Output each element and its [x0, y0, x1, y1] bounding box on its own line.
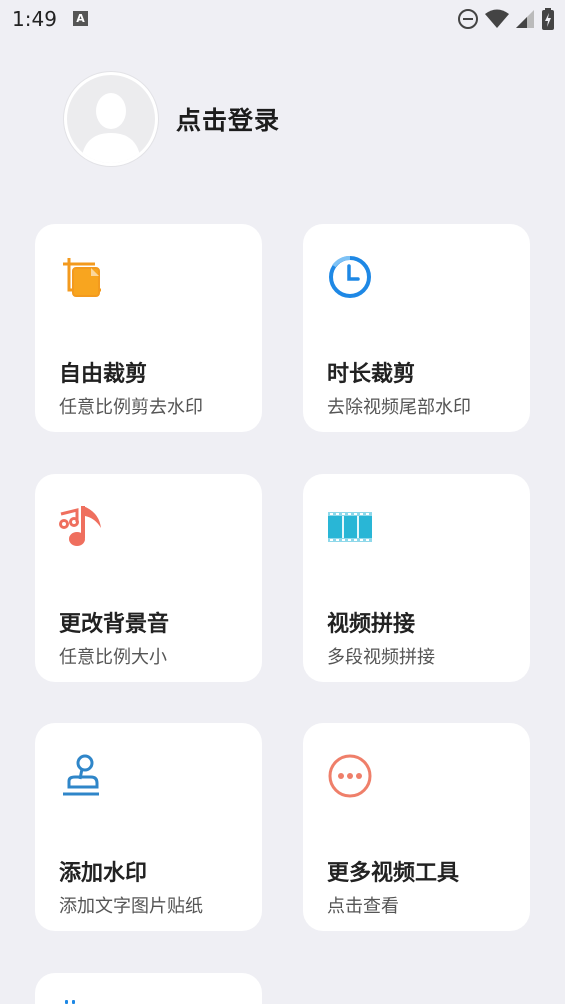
card-add-watermark[interactable]: 添加水印 添加文字图片贴纸	[35, 723, 262, 931]
card-change-bgm[interactable]: 更改背景音 任意比例大小	[35, 474, 262, 682]
profile-login[interactable]: 点击登录	[64, 72, 280, 166]
card-title: 更多视频工具	[327, 861, 460, 886]
card-subtitle: 去除视频尾部水印	[327, 397, 471, 418]
status-time: 1:49	[12, 7, 57, 31]
card-title: 时长裁剪	[327, 362, 416, 387]
card-more-tools[interactable]: 更多视频工具 点击查看	[303, 723, 530, 931]
avatar[interactable]	[64, 72, 158, 166]
default-avatar-icon	[81, 93, 141, 163]
film-icon	[328, 512, 372, 542]
battery-charging-icon	[542, 8, 554, 30]
card-free-crop[interactable]: 自由裁剪 任意比例剪去水印	[35, 224, 262, 432]
login-label[interactable]: 点击登录	[176, 101, 280, 137]
status-bar: 1:49 A	[0, 0, 565, 38]
card-subtitle: 点击查看	[327, 896, 399, 917]
card-title: 视频拼接	[327, 612, 416, 637]
card-partial[interactable]	[35, 973, 262, 1004]
partial-tool-icon	[65, 1000, 75, 1004]
music-icon	[59, 506, 101, 546]
wifi-icon	[485, 9, 509, 28]
clock-icon	[329, 256, 371, 298]
do-not-disturb-icon	[458, 9, 478, 29]
card-subtitle: 添加文字图片贴纸	[59, 896, 203, 917]
card-title: 添加水印	[59, 861, 148, 886]
more-icon	[328, 754, 372, 798]
card-title: 更改背景音	[59, 612, 170, 637]
card-subtitle: 任意比例大小	[59, 647, 167, 668]
cell-signal-icon	[516, 10, 534, 28]
stamp-icon	[63, 754, 99, 796]
card-duration-crop[interactable]: 时长裁剪 去除视频尾部水印	[303, 224, 530, 432]
card-title: 自由裁剪	[59, 362, 148, 387]
crop-icon	[63, 258, 101, 297]
card-video-merge[interactable]: 视频拼接 多段视频拼接	[303, 474, 530, 682]
card-subtitle: 多段视频拼接	[327, 647, 435, 668]
card-subtitle: 任意比例剪去水印	[59, 397, 203, 418]
accessibility-notification-icon: A	[73, 11, 88, 26]
